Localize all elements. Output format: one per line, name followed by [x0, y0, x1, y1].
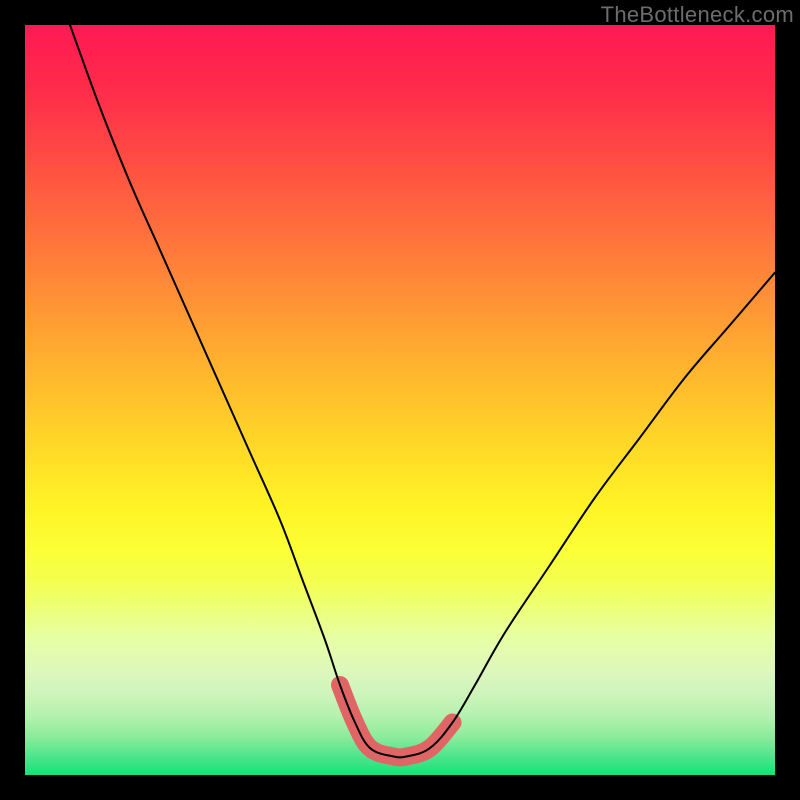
gradient-plot-area — [25, 25, 775, 775]
chart-frame: TheBottleneck.com — [0, 0, 800, 800]
curve-svg — [25, 25, 775, 775]
optimal-zone-highlight — [340, 685, 453, 757]
bottleneck-curve — [70, 25, 775, 757]
